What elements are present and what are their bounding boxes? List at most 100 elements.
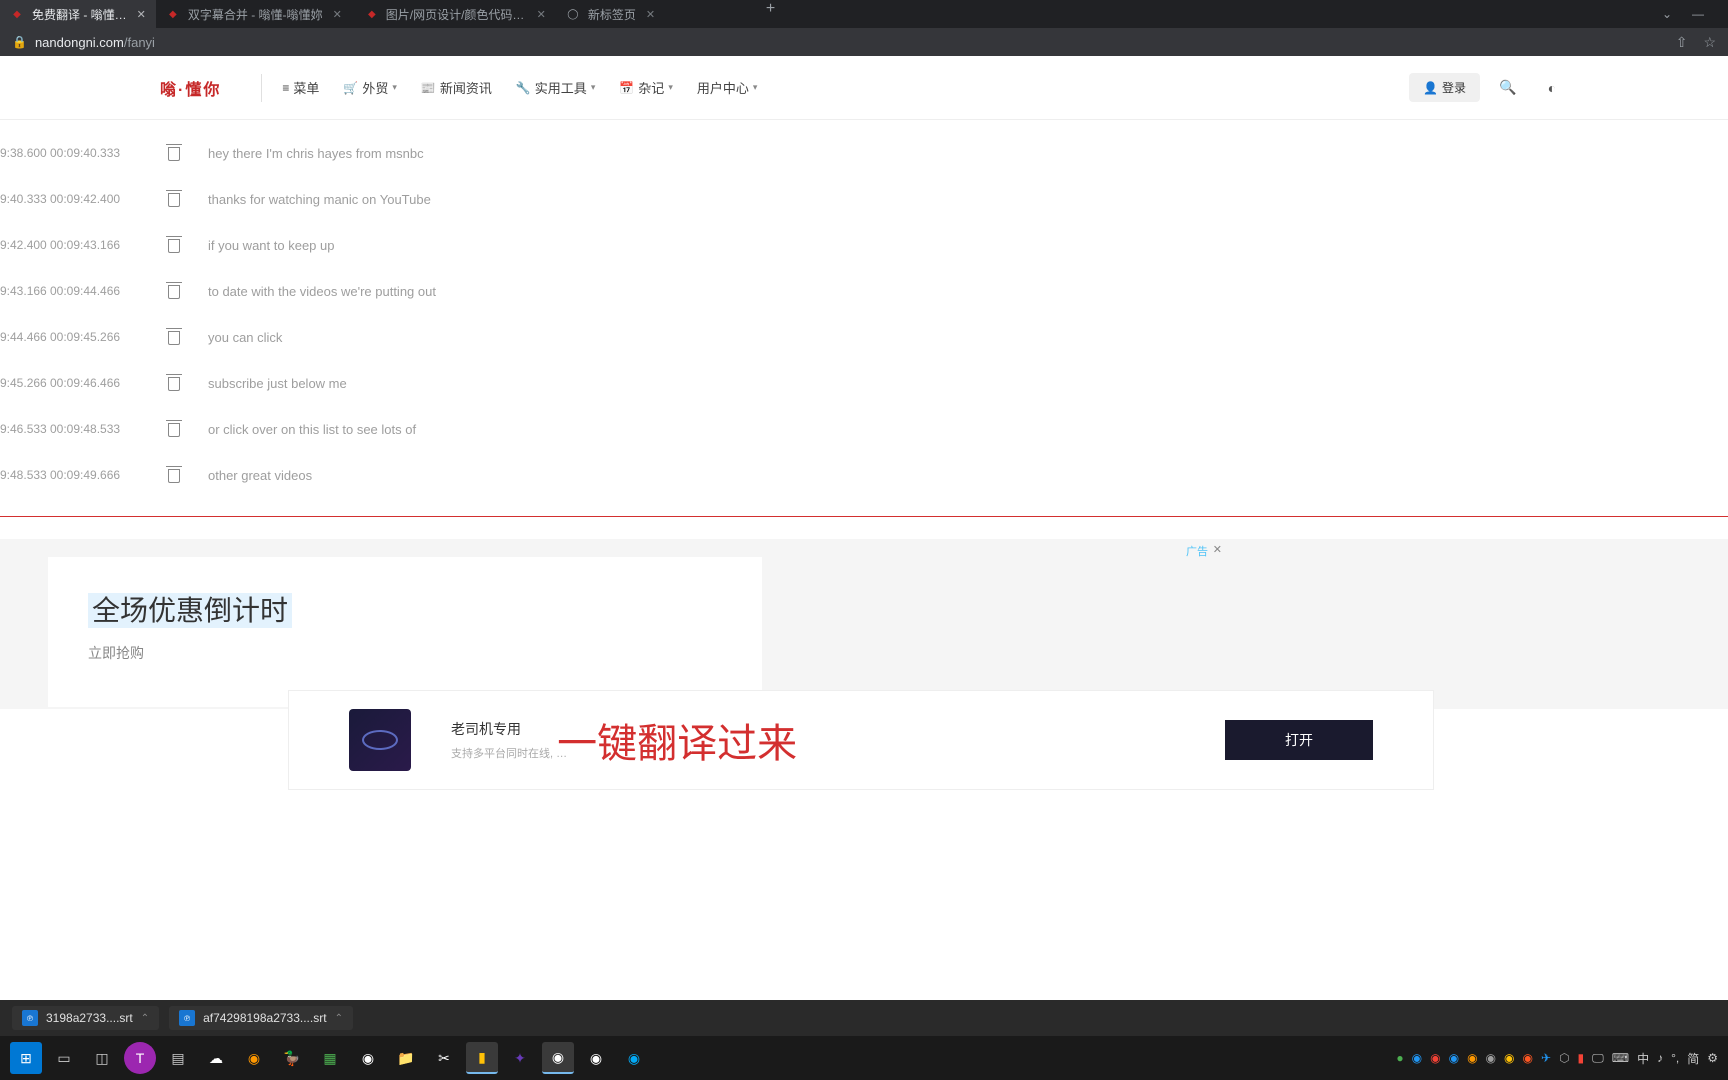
nav-item-menu[interactable]: ≡ 菜单 xyxy=(282,78,319,97)
tab-title: 新标签页 xyxy=(588,6,636,23)
tray-icon[interactable]: ● xyxy=(1396,1051,1403,1065)
ime-indicator[interactable]: 中 xyxy=(1637,1050,1649,1067)
subtitle-text[interactable]: hey there I'm chris hayes from msnbc xyxy=(208,146,424,161)
taskbar-app-icon[interactable]: ✂ xyxy=(428,1042,460,1074)
share-icon[interactable]: ⇧ xyxy=(1676,34,1688,51)
ad-close-icon[interactable]: ✕ xyxy=(1213,543,1222,556)
download-item[interactable]: ℗ 3198a2733....srt ⌃ xyxy=(12,1006,159,1030)
search-button[interactable]: 🔍 xyxy=(1492,72,1524,104)
delete-button[interactable] xyxy=(140,191,208,207)
browser-tab[interactable]: ◆ 双字幕合并 - 嗡懂-嗡懂妳 ✕ xyxy=(156,0,356,28)
download-filename: af74298198a2733....srt xyxy=(203,1011,326,1025)
taskbar-app-icon[interactable]: ✦ xyxy=(504,1042,536,1074)
settings-icon[interactable]: ⚙ xyxy=(1707,1051,1718,1065)
subtitle-row: 9:40.33300:09:42.400thanks for watching … xyxy=(0,176,1728,222)
taskbar-app-icon[interactable]: ◉ xyxy=(542,1042,574,1074)
tray-icon[interactable]: ♪ xyxy=(1657,1051,1663,1065)
taskbar-app-icon[interactable]: 🦆 xyxy=(276,1042,308,1074)
nav-item-trade[interactable]: 🛒 外贸 ▾ xyxy=(343,78,397,97)
tray-icon[interactable]: ▮ xyxy=(1578,1051,1585,1065)
nav-item-news[interactable]: 📰 新闻资讯 xyxy=(421,78,492,97)
url-input[interactable]: nandongni.com/fanyi xyxy=(35,35,1676,50)
tray-icon[interactable]: ✈ xyxy=(1541,1051,1551,1065)
taskbar-app-icon[interactable]: ◉ xyxy=(580,1042,612,1074)
chevron-up-icon[interactable]: ⌃ xyxy=(141,1013,149,1024)
browser-tab[interactable]: ◯ 新标签页 ✕ xyxy=(556,0,756,28)
nav-item-notes[interactable]: 📅 杂记 ▾ xyxy=(619,78,673,97)
taskbar-app-icon[interactable]: ◉ xyxy=(238,1042,270,1074)
browser-tab[interactable]: ◆ 图片/网页设计/颜色代码对照表- ✕ xyxy=(356,0,556,28)
time-start: 9:38.600 xyxy=(0,146,50,160)
subtitle-text[interactable]: if you want to keep up xyxy=(208,238,334,253)
tab-title: 免费翻译 - 嗡懂… xyxy=(32,6,127,23)
delete-button[interactable] xyxy=(140,329,208,345)
taskbar-app-icon[interactable]: ▦ xyxy=(314,1042,346,1074)
tray-icon[interactable]: ◉ xyxy=(1486,1051,1496,1065)
close-icon[interactable]: ✕ xyxy=(537,8,546,21)
nav-label: 新闻资讯 xyxy=(440,78,492,97)
nav-item-tools[interactable]: 🔧 实用工具 ▾ xyxy=(516,78,596,97)
tray-icon[interactable]: ◉ xyxy=(1449,1051,1459,1065)
delete-button[interactable] xyxy=(140,467,208,483)
search-icon: 🔍 xyxy=(1499,79,1516,96)
browser-tab-active[interactable]: ◆ 免费翻译 - 嗡懂… ✕ xyxy=(0,0,156,28)
delete-button[interactable] xyxy=(140,283,208,299)
ad-region: 广告 ✕ 全场优惠倒计时 立即抢购 xyxy=(0,539,1728,709)
delete-button[interactable] xyxy=(140,375,208,391)
taskbar-app-icon[interactable]: ◉ xyxy=(618,1042,650,1074)
taskbar-app-icon[interactable]: ▮ xyxy=(466,1042,498,1074)
favicon-icon: ◯ xyxy=(566,7,580,21)
taskbar-app-icon[interactable]: ▭ xyxy=(48,1042,80,1074)
tray-icon[interactable]: °, xyxy=(1671,1051,1679,1065)
tray-keyboard-icon[interactable]: ⌨ xyxy=(1612,1051,1629,1065)
delete-button[interactable] xyxy=(140,237,208,253)
taskbar-app-icon[interactable]: 📁 xyxy=(390,1042,422,1074)
taskbar-app-icon[interactable]: T xyxy=(124,1042,156,1074)
delete-button[interactable] xyxy=(140,145,208,161)
ime-mode[interactable]: 简 xyxy=(1687,1050,1699,1067)
subtitle-text[interactable]: thanks for watching manic on YouTube xyxy=(208,192,431,207)
delete-button[interactable] xyxy=(140,421,208,437)
banner-open-button[interactable]: 打开 xyxy=(1225,720,1373,760)
taskbar-app-icon[interactable]: ◫ xyxy=(86,1042,118,1074)
download-item[interactable]: ℗ af74298198a2733....srt ⌃ xyxy=(169,1006,353,1030)
nav-item-user-center[interactable]: 用户中心 ▾ xyxy=(697,78,758,97)
taskbar-app-icon[interactable]: ▤ xyxy=(162,1042,194,1074)
subtitle-text[interactable]: to date with the videos we're putting ou… xyxy=(208,284,436,299)
close-icon[interactable]: ✕ xyxy=(333,8,342,21)
theme-toggle-button[interactable]: ◐ xyxy=(1536,72,1568,104)
tray-icon[interactable]: ◉ xyxy=(1430,1051,1440,1065)
browser-tabs-bar: ◆ 免费翻译 - 嗡懂… ✕ ◆ 双字幕合并 - 嗡懂-嗡懂妳 ✕ ◆ 图片/网… xyxy=(0,0,1728,28)
subtitle-text[interactable]: subscribe just below me xyxy=(208,376,347,391)
nav-label: 杂记 xyxy=(638,78,664,97)
lock-icon[interactable]: 🔒 xyxy=(12,35,27,49)
bookmark-icon[interactable]: ☆ xyxy=(1703,34,1716,51)
chevron-up-icon[interactable]: ⌃ xyxy=(335,1013,343,1024)
tray-icon[interactable]: 🖵 xyxy=(1592,1051,1604,1066)
taskbar-app-icon[interactable]: ⊞ xyxy=(10,1042,42,1074)
page-header: 嗡·懂你 ≡ 菜单 🛒 外贸 ▾ 📰 新闻资讯 🔧 实用工具 ▾ 📅 杂记 ▾ … xyxy=(0,56,1728,120)
new-tab-button[interactable]: + xyxy=(756,0,785,28)
window-minimize-icon[interactable]: — xyxy=(1692,7,1704,21)
close-icon[interactable]: ✕ xyxy=(137,8,146,21)
nav-label: 实用工具 xyxy=(535,78,587,97)
login-button[interactable]: 👤 登录 xyxy=(1409,73,1480,102)
tray-icon[interactable]: ◉ xyxy=(1523,1051,1533,1065)
bottom-ad-banner: 老司机专用 支持多平台同时在线, … 一键翻译过来 打开 xyxy=(288,690,1434,790)
close-icon[interactable]: ✕ xyxy=(646,8,655,21)
site-logo[interactable]: 嗡·懂你 xyxy=(160,76,221,100)
taskbar-app-icon[interactable]: ☁ xyxy=(200,1042,232,1074)
tray-icon[interactable]: ◉ xyxy=(1467,1051,1477,1065)
time-start: 9:44.466 xyxy=(0,330,50,344)
subtitle-text[interactable]: other great videos xyxy=(208,468,312,483)
tray-icon[interactable]: ◉ xyxy=(1504,1051,1514,1065)
window-expand-icon[interactable]: ⌄ xyxy=(1662,7,1672,21)
taskbar-app-icon[interactable]: ◉ xyxy=(352,1042,384,1074)
tray-icon[interactable]: ◉ xyxy=(1412,1051,1422,1065)
tray-icon[interactable]: ⬡ xyxy=(1559,1051,1569,1065)
trash-icon xyxy=(166,191,182,207)
download-bar: ℗ 3198a2733....srt ⌃ ℗ af74298198a2733..… xyxy=(0,1000,1728,1036)
subtitle-text[interactable]: you can click xyxy=(208,330,282,345)
ad-card[interactable]: 全场优惠倒计时 立即抢购 xyxy=(48,557,762,707)
subtitle-text[interactable]: or click over on this list to see lots o… xyxy=(208,422,416,437)
